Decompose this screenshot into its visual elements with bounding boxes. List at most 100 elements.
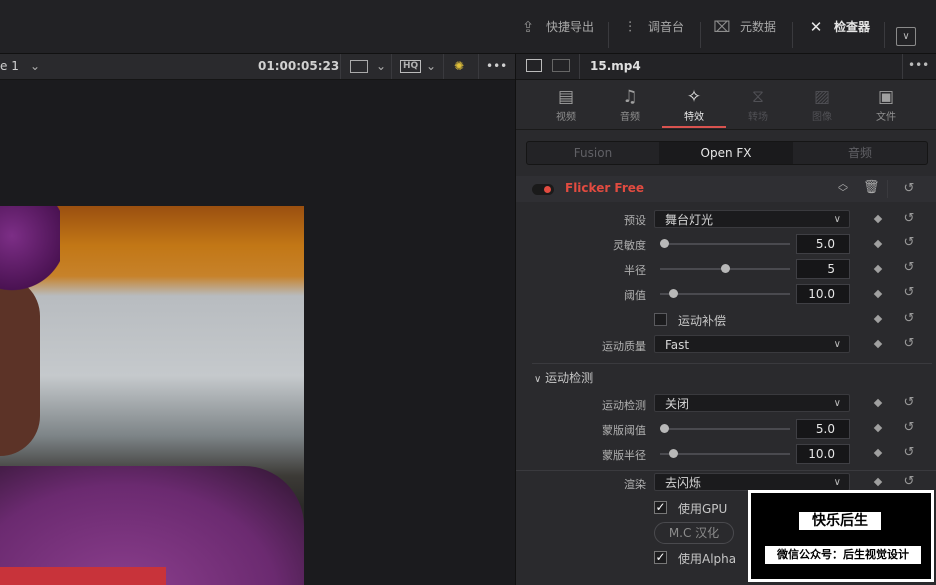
watermark: 快乐后生 微信公众号：后生视觉设计: [748, 490, 934, 582]
motion-detect-label: 运动检测: [602, 399, 646, 412]
motion-comp-checkbox[interactable]: [654, 313, 667, 326]
sliders-icon: ⫶: [628, 18, 632, 36]
tab-effects[interactable]: ✧ 特效: [669, 86, 719, 123]
hq-icon[interactable]: HQ: [400, 60, 422, 73]
subtab-openfx[interactable]: Open FX: [659, 142, 793, 164]
reset-icon[interactable]: ↺: [902, 396, 916, 410]
effect-enable-toggle[interactable]: [532, 184, 554, 195]
watermark-subtitle: 微信公众号：后生视觉设计: [765, 546, 921, 564]
radius-slider[interactable]: [660, 264, 790, 273]
render-label: 渲染: [624, 478, 646, 491]
inspector-header: 15.mp4 •••: [516, 54, 936, 80]
quick-export-label: 快捷导出: [546, 20, 595, 34]
motion-detect-group-toggle[interactable]: ∨ 运动检测: [534, 369, 593, 386]
fx-subtabs: Fusion Open FX 音频: [526, 141, 928, 165]
keyframe-icon[interactable]: [873, 264, 883, 274]
viewer-size-icon[interactable]: [350, 60, 368, 73]
reset-icon[interactable]: ↺: [902, 261, 916, 275]
sensitivity-label: 灵敏度: [613, 239, 646, 252]
keyframe-icon[interactable]: [873, 289, 883, 299]
reset-icon[interactable]: ↺: [902, 236, 916, 250]
video-frame[interactable]: [0, 206, 304, 585]
chevron-down-icon: ∨: [833, 339, 841, 350]
sensitivity-field[interactable]: 5.0: [796, 234, 850, 254]
image-icon: ▨: [813, 87, 831, 107]
chevron-down-icon[interactable]: ⌄: [426, 58, 436, 74]
motion-quality-dropdown[interactable]: Fast ∨: [654, 335, 850, 353]
reset-icon[interactable]: ↺: [902, 446, 916, 460]
trash-icon[interactable]: 🗑: [863, 180, 880, 195]
mixer-button[interactable]: ⫶ 调音台: [620, 18, 684, 54]
keyframe-icon[interactable]: [873, 423, 883, 433]
reset-icon[interactable]: ↺: [902, 212, 916, 226]
use-alpha-label: 使用Alpha: [678, 552, 737, 566]
film-strip-icon[interactable]: [552, 59, 570, 72]
motion-comp-label: 运动补偿: [678, 314, 727, 328]
active-tab-indicator: [662, 126, 726, 128]
timeline-name[interactable]: e 1: [0, 59, 19, 73]
file-icon: ▣: [877, 87, 895, 107]
reset-icon[interactable]: ↺: [902, 337, 916, 351]
keyframe-icon[interactable]: [873, 314, 883, 324]
tab-audio[interactable]: ♫ 音频: [605, 86, 655, 123]
chevron-down-icon[interactable]: ⌄: [376, 58, 386, 74]
chevron-down-icon: ∨: [833, 214, 841, 225]
reorder-icon[interactable]: ︿ ﹀: [838, 180, 848, 199]
chevron-down-icon[interactable]: ⌄: [30, 58, 40, 74]
top-toolbar: ⇪ 快捷导出 ⫶ 调音台 ⌧ 元数据 ✕ 检查器 ∨: [0, 0, 936, 54]
keyframe-icon[interactable]: [873, 477, 883, 487]
mask-threshold-label: 蒙版阈值: [602, 424, 646, 437]
use-gpu-checkbox[interactable]: ✓: [654, 501, 667, 514]
radius-field[interactable]: 5: [796, 259, 850, 279]
upload-icon: ⇪: [521, 18, 535, 36]
reset-icon[interactable]: ↺: [902, 286, 916, 300]
radius-label: 半径: [624, 264, 646, 277]
reset-icon[interactable]: ↺: [902, 475, 916, 489]
tab-file[interactable]: ▣ 文件: [861, 86, 911, 123]
tab-video[interactable]: ▤ 视频: [541, 86, 591, 123]
reset-icon[interactable]: ↺: [902, 182, 916, 196]
keyframe-icon[interactable]: [873, 239, 883, 249]
slider-knob[interactable]: [669, 449, 678, 458]
keyframe-icon[interactable]: [873, 398, 883, 408]
inspector-more-icon[interactable]: •••: [908, 58, 929, 72]
mask-threshold-slider[interactable]: [659, 424, 790, 433]
sensitivity-slider[interactable]: [659, 239, 790, 248]
expand-icon[interactable]: ∨: [896, 27, 916, 46]
motion-detect-dropdown[interactable]: 关闭 ∨: [654, 394, 850, 412]
tab-transition: ⧖ 转场: [733, 86, 783, 123]
mask-radius-field[interactable]: 10.0: [796, 444, 850, 464]
preset-dropdown[interactable]: 舞台灯光 ∨: [654, 210, 850, 228]
slider-knob[interactable]: [659, 239, 669, 248]
subtab-audio[interactable]: 音频: [793, 142, 927, 164]
keyframe-icon[interactable]: [873, 339, 883, 349]
viewer-more-icon[interactable]: •••: [486, 59, 507, 73]
slider-knob[interactable]: [669, 289, 678, 298]
reset-icon[interactable]: ↺: [902, 312, 916, 326]
use-alpha-checkbox[interactable]: ✓: [654, 551, 667, 564]
slider-knob[interactable]: [721, 264, 730, 273]
threshold-slider[interactable]: [660, 289, 790, 298]
effect-title[interactable]: Flicker Free: [565, 181, 644, 195]
subtab-fusion[interactable]: Fusion: [527, 142, 659, 164]
chevron-down-icon: ∨: [833, 398, 841, 409]
inspector-label: 检查器: [834, 20, 871, 34]
mask-threshold-field[interactable]: 5.0: [796, 419, 850, 439]
tab-image: ▨ 图像: [797, 86, 847, 123]
reset-icon[interactable]: ↺: [902, 421, 916, 435]
render-dropdown[interactable]: 去闪烁 ∨: [654, 473, 850, 491]
chevron-down-icon: ∨: [534, 374, 542, 385]
mc-localize-button[interactable]: M.C 汉化: [654, 522, 734, 544]
keyframe-icon[interactable]: [873, 448, 883, 458]
color-wheel-icon[interactable]: ✺: [454, 58, 464, 74]
image-thumbnail-icon[interactable]: [526, 59, 542, 72]
motion-quality-label: 运动质量: [602, 340, 646, 353]
keyframe-icon[interactable]: [873, 214, 883, 224]
inspector-button[interactable]: ✕ 检查器: [806, 18, 870, 54]
threshold-field[interactable]: 10.0: [796, 284, 850, 304]
mask-radius-slider[interactable]: [660, 449, 790, 458]
slider-knob[interactable]: [659, 424, 669, 433]
quick-export-button[interactable]: ⇪ 快捷导出: [518, 18, 594, 54]
watermark-title: 快乐后生: [799, 512, 881, 530]
metadata-button[interactable]: ⌧ 元数据: [712, 18, 776, 54]
